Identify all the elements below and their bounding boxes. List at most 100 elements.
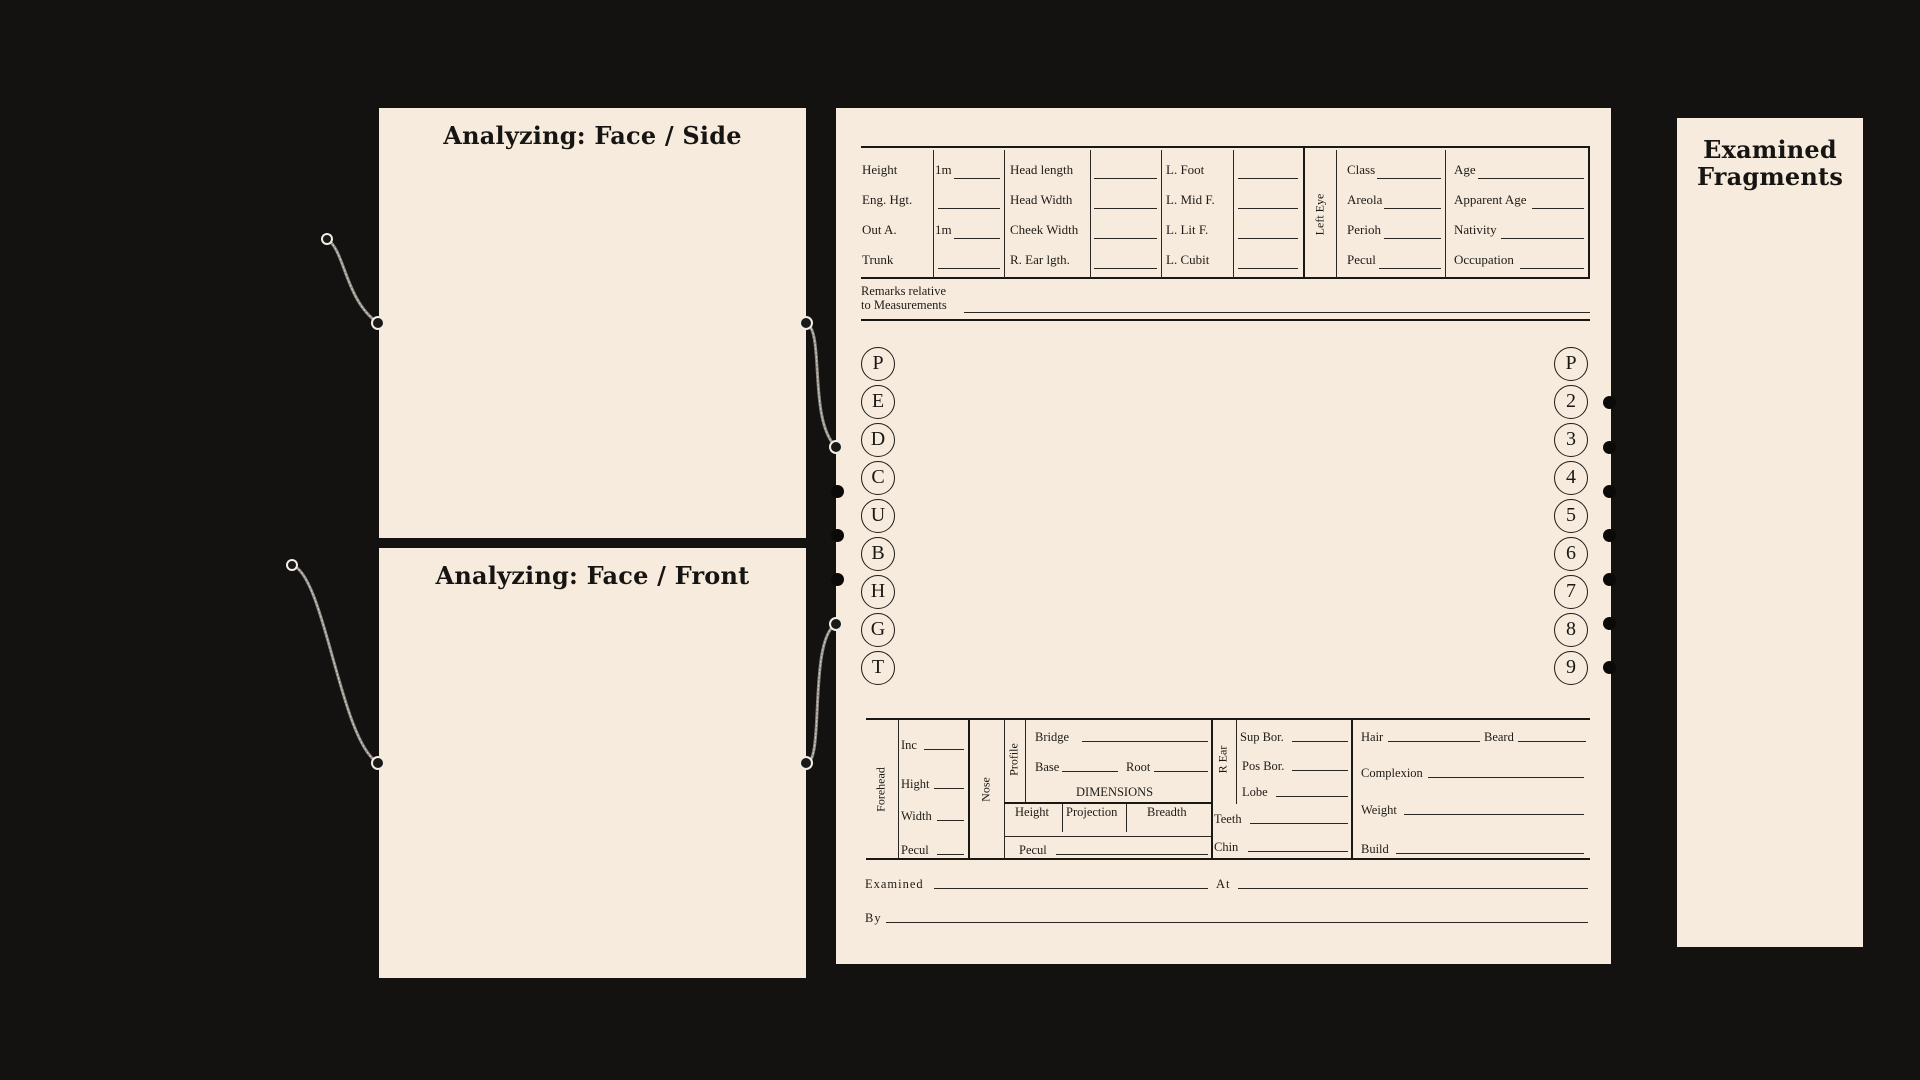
l-foot-field[interactable] xyxy=(1238,178,1298,179)
hair-field[interactable] xyxy=(1388,741,1480,742)
wire-front-right xyxy=(804,622,838,765)
cheek-width-field[interactable] xyxy=(1094,238,1157,239)
face-side-title: Analyzing: Face / Side xyxy=(443,121,742,150)
lobe-field[interactable] xyxy=(1276,796,1348,797)
right-circle-4[interactable]: 4 xyxy=(1554,461,1588,495)
sup-bor-label: Sup Bor. xyxy=(1240,730,1284,744)
right-circle-p[interactable]: P xyxy=(1554,347,1588,381)
teeth-field[interactable] xyxy=(1250,823,1348,824)
forehead-hight-field[interactable] xyxy=(934,788,964,789)
l-mid-f-field[interactable] xyxy=(1238,208,1298,209)
apparent-age-field[interactable] xyxy=(1532,208,1584,209)
left-circle-u[interactable]: U xyxy=(861,499,895,533)
base-label: Base xyxy=(1035,760,1060,774)
face-front-panel[interactable]: Analyzing: Face / Front xyxy=(379,548,806,978)
class-field[interactable] xyxy=(1377,178,1441,179)
areola-field[interactable] xyxy=(1384,208,1441,209)
head-width-field[interactable] xyxy=(1094,208,1157,209)
profile-label: Profile xyxy=(1006,743,1021,776)
forehead-inc-field[interactable] xyxy=(924,749,964,750)
wire-side-right xyxy=(804,321,838,449)
r-ear-lgth-field[interactable] xyxy=(1094,268,1157,269)
pos-bor-field[interactable] xyxy=(1292,770,1348,771)
head-width-label: Head Width xyxy=(1010,192,1073,207)
fragments-title-line1: Examined xyxy=(1703,135,1837,164)
beard-field[interactable] xyxy=(1518,741,1586,742)
height-field[interactable] xyxy=(954,178,1000,179)
forehead-hight-label: Hight xyxy=(901,777,930,791)
weight-field[interactable] xyxy=(1404,814,1584,815)
examined-field[interactable] xyxy=(934,888,1208,889)
left-circle-e[interactable]: E xyxy=(861,385,895,419)
left-circle-b[interactable]: B xyxy=(861,537,895,571)
punch-hole xyxy=(831,485,844,498)
height-unit: 1m xyxy=(935,162,952,177)
forehead-pecul-label: Pecul xyxy=(901,843,929,857)
right-circle-2[interactable]: 2 xyxy=(1554,385,1588,419)
wire-knob xyxy=(321,233,333,245)
occupation-field[interactable] xyxy=(1520,268,1584,269)
right-circle-7[interactable]: 7 xyxy=(1554,575,1588,609)
remarks-field[interactable] xyxy=(964,312,1590,313)
forehead-label: Forehead xyxy=(873,767,888,812)
bridge-field[interactable] xyxy=(1082,741,1208,742)
root-field[interactable] xyxy=(1154,771,1208,772)
left-circle-p[interactable]: P xyxy=(861,347,895,381)
height-label: Height xyxy=(862,162,898,177)
l-cubit-field[interactable] xyxy=(1238,268,1298,269)
beard-label: Beard xyxy=(1484,730,1514,744)
chin-field[interactable] xyxy=(1248,851,1348,852)
perioh-field[interactable] xyxy=(1384,238,1441,239)
bertillon-form-card: Height Eng. Hgt. Out A. Trunk 1m 1m Head… xyxy=(836,108,1611,964)
pecul-eye-label: Pecul xyxy=(1347,252,1376,267)
punch-hole xyxy=(1603,396,1616,409)
right-circle-5[interactable]: 5 xyxy=(1554,499,1588,533)
out-a-field[interactable] xyxy=(954,238,1000,239)
apparent-age-label: Apparent Age xyxy=(1454,192,1527,207)
punch-hole xyxy=(1603,617,1616,630)
forehead-width-field[interactable] xyxy=(937,820,964,821)
left-circle-h[interactable]: H xyxy=(861,575,895,609)
out-a-label: Out A. xyxy=(862,222,897,237)
l-lit-f-field[interactable] xyxy=(1238,238,1298,239)
complexion-field[interactable] xyxy=(1428,777,1584,778)
pecul-eye-field[interactable] xyxy=(1379,268,1441,269)
at-field[interactable] xyxy=(1238,888,1588,889)
age-field[interactable] xyxy=(1478,178,1584,179)
punch-hole xyxy=(1603,573,1616,586)
face-side-panel[interactable]: Analyzing: Face / Side xyxy=(379,108,806,538)
left-eye-label: Left Eye xyxy=(1312,193,1327,236)
head-length-label: Head length xyxy=(1010,162,1074,177)
remarks-label-line2: to Measurements xyxy=(861,298,947,312)
head-length-field[interactable] xyxy=(1094,178,1157,179)
punch-hole xyxy=(831,573,844,586)
by-field[interactable] xyxy=(886,922,1588,923)
trunk-field[interactable] xyxy=(938,268,1000,269)
nativity-field[interactable] xyxy=(1501,238,1584,239)
left-circle-c[interactable]: C xyxy=(861,461,895,495)
cheek-width-label: Cheek Width xyxy=(1010,222,1079,237)
base-field[interactable] xyxy=(1062,771,1118,772)
left-circle-t[interactable]: T xyxy=(861,651,895,685)
left-circle-g[interactable]: G xyxy=(861,613,895,647)
nativity-label: Nativity xyxy=(1454,222,1497,237)
punch-hole xyxy=(831,529,844,542)
right-circle-8[interactable]: 8 xyxy=(1554,613,1588,647)
nose-pecul-field[interactable] xyxy=(1056,854,1208,855)
sup-bor-field[interactable] xyxy=(1292,741,1348,742)
weight-label: Weight xyxy=(1361,803,1397,817)
remarks-label-line1: Remarks relative xyxy=(861,284,947,298)
out-a-unit: 1m xyxy=(935,222,952,237)
age-label: Age xyxy=(1454,162,1476,177)
build-field[interactable] xyxy=(1396,853,1584,854)
right-circle-9[interactable]: 9 xyxy=(1554,651,1588,685)
areola-label: Areola xyxy=(1347,192,1383,207)
right-circle-6[interactable]: 6 xyxy=(1554,537,1588,571)
lobe-label: Lobe xyxy=(1242,785,1268,799)
wire-knob xyxy=(286,559,298,571)
left-circle-d[interactable]: D xyxy=(861,423,895,457)
right-circle-3[interactable]: 3 xyxy=(1554,423,1588,457)
examined-fragments-panel[interactable]: Examined Fragments xyxy=(1677,118,1863,947)
eng-hgt-field[interactable] xyxy=(938,208,1000,209)
forehead-pecul-field[interactable] xyxy=(937,854,964,855)
